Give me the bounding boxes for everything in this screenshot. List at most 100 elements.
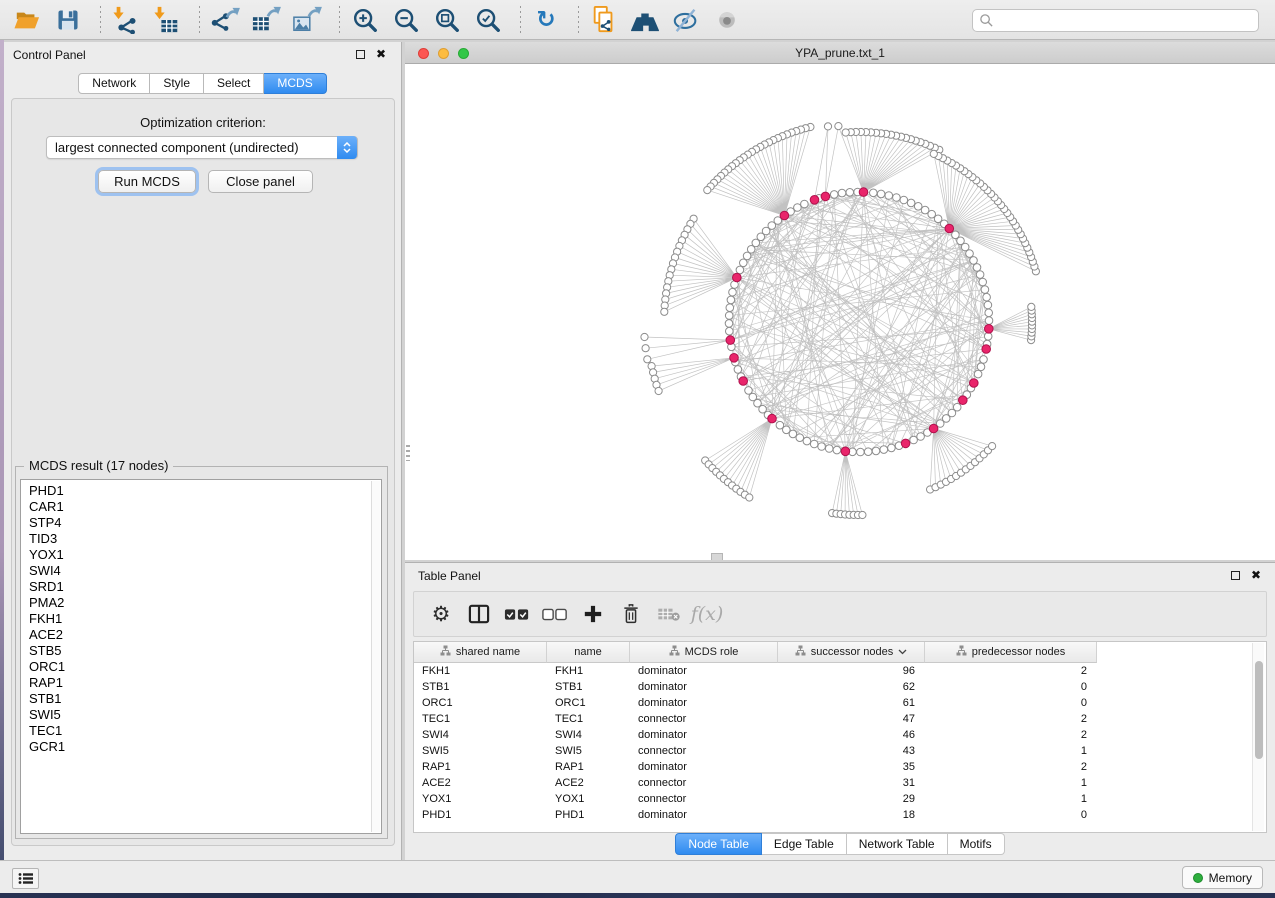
delete-table-icon[interactable] (656, 599, 682, 629)
select-all-checkboxes-icon[interactable] (504, 599, 530, 629)
network-canvas[interactable] (405, 64, 1275, 560)
tab-style[interactable]: Style (150, 73, 204, 94)
table-scrollbar-thumb[interactable] (1255, 661, 1263, 759)
memory-button[interactable]: Memory (1182, 866, 1263, 889)
deselect-all-checkboxes-icon[interactable] (542, 599, 568, 629)
table-scrollbar[interactable] (1252, 643, 1264, 831)
add-column-icon[interactable] (580, 599, 606, 629)
mcds-tab-content: Optimization criterion: largest connecte… (11, 98, 395, 846)
mcds-result-item[interactable]: TID3 (29, 531, 381, 547)
mcds-result-item[interactable]: SRD1 (29, 579, 381, 595)
table-row[interactable]: TEC1TEC1connector472 (414, 711, 1252, 727)
tab-select[interactable]: Select (204, 73, 264, 94)
cell-shared-name: STB1 (414, 679, 547, 695)
search-input[interactable] (994, 14, 1258, 28)
tab-edge-table[interactable]: Edge Table (762, 833, 847, 855)
result-list-scrollbar[interactable] (371, 481, 380, 832)
mcds-result-item[interactable]: STB5 (29, 643, 381, 659)
table-row[interactable]: ORC1ORC1dominator610 (414, 695, 1252, 711)
search-box[interactable] (972, 9, 1259, 32)
mcds-result-item[interactable]: TEC1 (29, 723, 381, 739)
close-panel-icon[interactable]: ✖ (376, 47, 386, 61)
show-all-icon[interactable] (710, 4, 744, 36)
tab-network[interactable]: Network (78, 73, 150, 94)
mcds-result-item[interactable]: PHD1 (29, 483, 381, 499)
import-network-icon[interactable] (109, 4, 143, 36)
table-row[interactable]: SWI5SWI5connector431 (414, 743, 1252, 759)
hide-selected-icon[interactable] (669, 4, 703, 36)
mcds-result-item[interactable]: ACE2 (29, 627, 381, 643)
table-row[interactable]: RAP1RAP1dominator352 (414, 759, 1252, 775)
criterion-select[interactable]: largest connected component (undirected) (46, 136, 358, 159)
mcds-result-list[interactable]: PHD1CAR1STP4TID3YOX1SWI4SRD1PMA2FKH1ACE2… (20, 479, 382, 834)
mcds-result-item[interactable]: STB1 (29, 691, 381, 707)
table-body: FKH1FKH1dominator962STB1STB1dominator620… (414, 663, 1252, 823)
zoom-fit-icon[interactable] (430, 4, 464, 36)
cell-shared-name: SWI4 (414, 727, 547, 743)
mcds-result-item[interactable]: ORC1 (29, 659, 381, 675)
control-panel: Control Panel ✖ Network Style Select MCD… (4, 42, 402, 860)
mcds-result-item[interactable]: SWI4 (29, 563, 381, 579)
table-row[interactable]: FKH1FKH1dominator962 (414, 663, 1252, 679)
tab-mcds[interactable]: MCDS (264, 73, 326, 94)
run-mcds-button[interactable]: Run MCDS (98, 170, 196, 193)
cell-successor-nodes: 47 (778, 711, 925, 727)
zoom-out-icon[interactable] (389, 4, 423, 36)
table-row[interactable]: SWI4SWI4dominator462 (414, 727, 1252, 743)
show-columns-icon[interactable] (466, 599, 492, 629)
mcds-result-title: MCDS result (17 nodes) (24, 458, 173, 473)
column-type-icon (795, 645, 806, 659)
splitter-handle[interactable] (711, 553, 723, 560)
column-settings-gear-icon[interactable]: ⚙ (428, 599, 454, 629)
close-table-panel-icon[interactable]: ✖ (1251, 568, 1261, 582)
export-image-icon[interactable] (290, 4, 324, 36)
export-table-icon[interactable] (249, 4, 283, 36)
tab-motifs[interactable]: Motifs (948, 833, 1005, 855)
refresh-layout-icon[interactable]: ↻ (529, 4, 563, 36)
table-row[interactable]: ACE2ACE2connector311 (414, 775, 1252, 791)
toolbar-separator (100, 6, 101, 34)
save-session-icon[interactable] (51, 4, 85, 36)
table-row[interactable]: STB1STB1dominator620 (414, 679, 1252, 695)
control-panel-title: Control Panel (13, 48, 86, 62)
mcds-result-item[interactable]: RAP1 (29, 675, 381, 691)
first-neighbors-icon[interactable] (628, 4, 662, 36)
mcds-result-item[interactable]: STP4 (29, 515, 381, 531)
table-row[interactable]: YOX1YOX1connector291 (414, 791, 1252, 807)
network-graph[interactable] (405, 64, 1275, 560)
mcds-result-item[interactable]: CAR1 (29, 499, 381, 515)
column-header-MCDS-role[interactable]: MCDS role (630, 642, 778, 663)
export-network-icon[interactable] (208, 4, 242, 36)
tab-network-table[interactable]: Network Table (847, 833, 948, 855)
column-header-shared-name[interactable]: shared name (414, 642, 547, 663)
float-panel-icon[interactable] (356, 50, 365, 59)
status-menu-button[interactable] (12, 868, 39, 889)
delete-columns-icon[interactable] (618, 599, 644, 629)
import-table-icon[interactable] (150, 4, 184, 36)
cell-name: SWI4 (547, 727, 630, 743)
column-header-successor-nodes[interactable]: successor nodes (778, 642, 925, 663)
column-header-predecessor-nodes[interactable]: predecessor nodes (925, 642, 1097, 663)
table-row[interactable]: PHD1PHD1dominator180 (414, 807, 1252, 823)
new-network-from-selection-icon[interactable] (587, 4, 621, 36)
tab-node-table[interactable]: Node Table (675, 833, 762, 855)
mcds-result-item[interactable]: PMA2 (29, 595, 381, 611)
function-builder-icon[interactable]: f(x) (694, 599, 720, 629)
column-header-name[interactable]: name (547, 642, 630, 663)
open-session-icon[interactable] (10, 4, 44, 36)
float-table-panel-icon[interactable] (1231, 571, 1240, 580)
mcds-result-item[interactable]: SWI5 (29, 707, 381, 723)
cell-predecessor-nodes: 2 (925, 759, 1097, 775)
cell-shared-name: YOX1 (414, 791, 547, 807)
column-label: name (574, 646, 602, 658)
mcds-result-item[interactable]: YOX1 (29, 547, 381, 563)
zoom-selected-icon[interactable] (471, 4, 505, 36)
splitter-grip[interactable] (406, 445, 410, 461)
mcds-result-item[interactable]: FKH1 (29, 611, 381, 627)
cell-MCDS-role: dominator (630, 663, 778, 679)
mcds-result-item[interactable]: GCR1 (29, 739, 381, 755)
cell-name: PHD1 (547, 807, 630, 823)
cell-name: ORC1 (547, 695, 630, 711)
zoom-in-icon[interactable] (348, 4, 382, 36)
close-panel-button[interactable]: Close panel (208, 170, 313, 193)
